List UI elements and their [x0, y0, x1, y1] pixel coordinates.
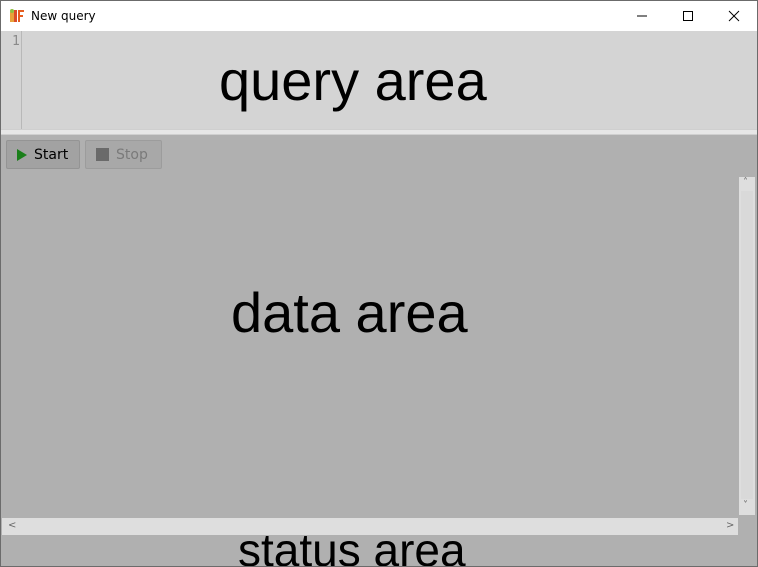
query-area-label: query area — [219, 49, 487, 112]
line-number-gutter: 1 — [1, 31, 22, 129]
close-icon — [728, 10, 740, 22]
scroll-down-arrow-icon[interactable]: ˅ — [743, 500, 748, 511]
maximize-icon — [683, 11, 693, 21]
window-title: New query — [31, 9, 96, 23]
play-icon — [17, 148, 27, 161]
close-button[interactable] — [711, 1, 757, 31]
stop-button[interactable]: Stop — [85, 140, 162, 169]
start-button-label: Start — [34, 146, 69, 163]
scroll-left-arrow-icon[interactable]: < — [8, 520, 16, 531]
pane-splitter[interactable] — [1, 129, 757, 135]
vertical-scrollbar[interactable]: ˄ ˅ — [739, 177, 755, 515]
status-area-label: status area — [238, 524, 466, 567]
scroll-up-arrow-icon[interactable]: ˄ — [743, 177, 748, 188]
query-editor[interactable]: 1 query area — [1, 31, 757, 129]
stop-button-label: Stop — [116, 146, 148, 163]
stop-icon — [96, 148, 109, 161]
minimize-button[interactable] — [619, 1, 665, 31]
title-bar[interactable]: New query — [1, 1, 757, 31]
vertical-scrollbar-thumb[interactable] — [741, 191, 753, 499]
maximize-button[interactable] — [665, 1, 711, 31]
query-window: New query 1 query area Start Stop data a… — [0, 0, 758, 567]
app-logo-icon — [10, 9, 24, 22]
minimize-icon — [637, 15, 647, 17]
start-button[interactable]: Start — [6, 140, 80, 169]
line-number: 1 — [12, 34, 20, 49]
data-area-label: data area — [231, 281, 468, 344]
data-grid[interactable] — [1, 173, 738, 518]
scroll-right-arrow-icon[interactable]: > — [726, 520, 734, 531]
